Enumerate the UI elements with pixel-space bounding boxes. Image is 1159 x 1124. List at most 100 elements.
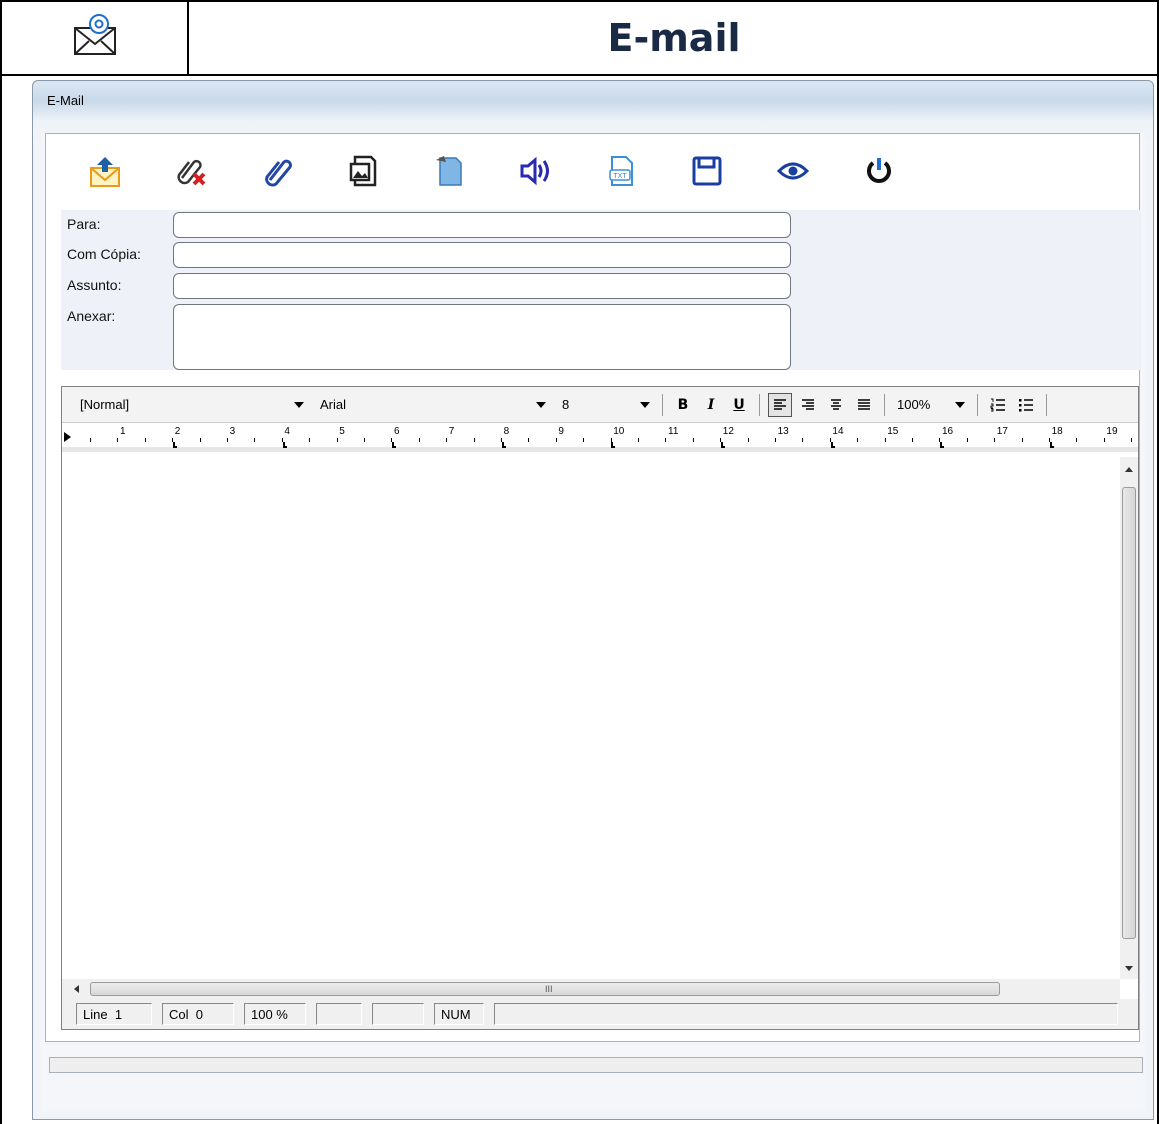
font-select[interactable]: Arial	[314, 393, 552, 417]
ruler-number: 7	[448, 426, 455, 437]
send-mail-icon	[90, 157, 120, 187]
format-toolbar: [Normal] Arial 8 B I U 100%	[62, 387, 1138, 423]
save-button[interactable]	[686, 151, 728, 191]
vertical-scrollbar[interactable]	[1120, 457, 1138, 979]
align-center-button[interactable]	[824, 393, 848, 417]
separator	[884, 393, 885, 416]
align-left-button[interactable]	[768, 392, 792, 417]
ruler: 1 2 3 4 5 6 7 8 9 10 11 12 13 14 15 16 17 18 19	[62, 424, 1138, 452]
ruler-number: 11	[668, 426, 679, 437]
tab-stop[interactable]	[611, 442, 616, 448]
bullet-list-button[interactable]	[1014, 393, 1038, 417]
ruler-tick	[199, 438, 201, 442]
txt-file-button[interactable]: TXT	[600, 151, 642, 191]
num-indicator: NUM	[434, 1003, 484, 1025]
ruler-number: 9	[558, 426, 564, 437]
audio-button[interactable]	[514, 151, 556, 191]
to-field[interactable]	[173, 212, 791, 238]
tab-stop[interactable]	[501, 442, 506, 448]
attach-icon	[265, 159, 292, 187]
size-select[interactable]: 8	[556, 393, 656, 417]
ruler-tick	[1021, 438, 1023, 442]
ruler-tick	[912, 438, 913, 442]
zoom-select[interactable]: 100%	[891, 393, 971, 417]
attach-field[interactable]	[173, 304, 791, 370]
size-value: 8	[562, 397, 570, 412]
horizontal-scrollbar[interactable]: III	[62, 979, 1120, 999]
ruler-tick	[254, 438, 256, 442]
ruler-tick	[747, 438, 749, 442]
style-select[interactable]: [Normal]	[74, 393, 310, 417]
bold-button[interactable]: B	[671, 393, 695, 417]
col-indicator: Col 0	[162, 1003, 234, 1025]
cc-field[interactable]	[173, 242, 791, 268]
ruler-tick	[884, 438, 886, 442]
tab-stop[interactable]	[940, 442, 945, 448]
send-button[interactable]	[84, 151, 126, 191]
document-button[interactable]	[428, 151, 470, 191]
compose-panel: TXT Para: Com Cópia: Assunto: Anexar: [N…	[45, 133, 1141, 1042]
ruler-tick	[1131, 438, 1133, 442]
ruler-number: 16	[942, 426, 954, 437]
attach-button[interactable]	[256, 151, 298, 191]
ruler-number: 13	[777, 426, 789, 437]
horizontal-scroll-thumb[interactable]: III	[90, 982, 1000, 996]
preview-button[interactable]	[772, 151, 814, 191]
justify-button[interactable]	[852, 393, 876, 417]
scroll-down-icon[interactable]	[1125, 966, 1133, 971]
ruler-tick	[418, 438, 420, 442]
underline-button[interactable]: U	[727, 393, 751, 417]
page-header: E-mail	[2, 2, 1157, 76]
ruler-number: 14	[832, 426, 844, 437]
tab-stop[interactable]	[392, 442, 397, 448]
tab-stop[interactable]	[282, 442, 287, 448]
line-indicator: Line 1	[76, 1003, 152, 1025]
ruler-number: 1	[120, 426, 126, 437]
document-icon	[436, 156, 462, 186]
exit-button[interactable]	[858, 151, 900, 191]
remove-attachment-icon	[177, 159, 206, 186]
chevron-down-icon	[640, 401, 650, 408]
numbered-list-icon	[990, 398, 1005, 411]
attach-label: Anexar:	[67, 308, 116, 324]
insert-image-icon	[349, 155, 377, 187]
ruler-tick	[446, 438, 448, 442]
separator	[759, 393, 760, 416]
tab-stop[interactable]	[173, 442, 177, 448]
tab-stop[interactable]	[721, 442, 725, 448]
message-body[interactable]	[62, 457, 1120, 979]
ruler-tick	[1076, 438, 1078, 442]
ruler-number: 15	[887, 426, 899, 437]
subject-field[interactable]	[173, 273, 791, 299]
remove-attachment-button[interactable]	[170, 151, 212, 191]
scroll-up-icon[interactable]	[1125, 467, 1133, 472]
ruler-number: 2	[174, 426, 181, 437]
subject-label: Assunto:	[67, 277, 122, 293]
ruler-number: 6	[394, 426, 400, 437]
scroll-left-icon[interactable]	[74, 985, 79, 993]
tab-stop[interactable]	[830, 442, 835, 448]
ruler-tick	[638, 438, 639, 442]
align-center-icon	[831, 398, 841, 410]
align-right-button[interactable]	[796, 393, 820, 417]
ruler-tick	[336, 438, 338, 442]
italic-button[interactable]: I	[699, 393, 723, 417]
thumb-grip: III	[545, 984, 553, 994]
tab-stop[interactable]	[1049, 442, 1054, 448]
ruler-tick	[144, 438, 146, 442]
cc-label: Com Cópia:	[67, 246, 141, 262]
window-title: E-Mail	[47, 93, 84, 108]
window-status-bar	[49, 1057, 1143, 1073]
ruler-number: 18	[1051, 426, 1063, 437]
ruler-tick	[966, 438, 968, 442]
ruler-number: 5	[339, 426, 345, 437]
insert-image-button[interactable]	[342, 151, 384, 191]
numbered-list-button[interactable]	[986, 393, 1010, 417]
ruler-number: 3	[229, 426, 236, 437]
vertical-scroll-thumb[interactable]	[1122, 487, 1136, 939]
line-label: Line	[83, 1006, 108, 1022]
separator	[1046, 393, 1047, 416]
ruler-number: 10	[613, 426, 625, 437]
indent-marker[interactable]	[64, 432, 71, 442]
scroll-corner	[1102, 979, 1120, 999]
